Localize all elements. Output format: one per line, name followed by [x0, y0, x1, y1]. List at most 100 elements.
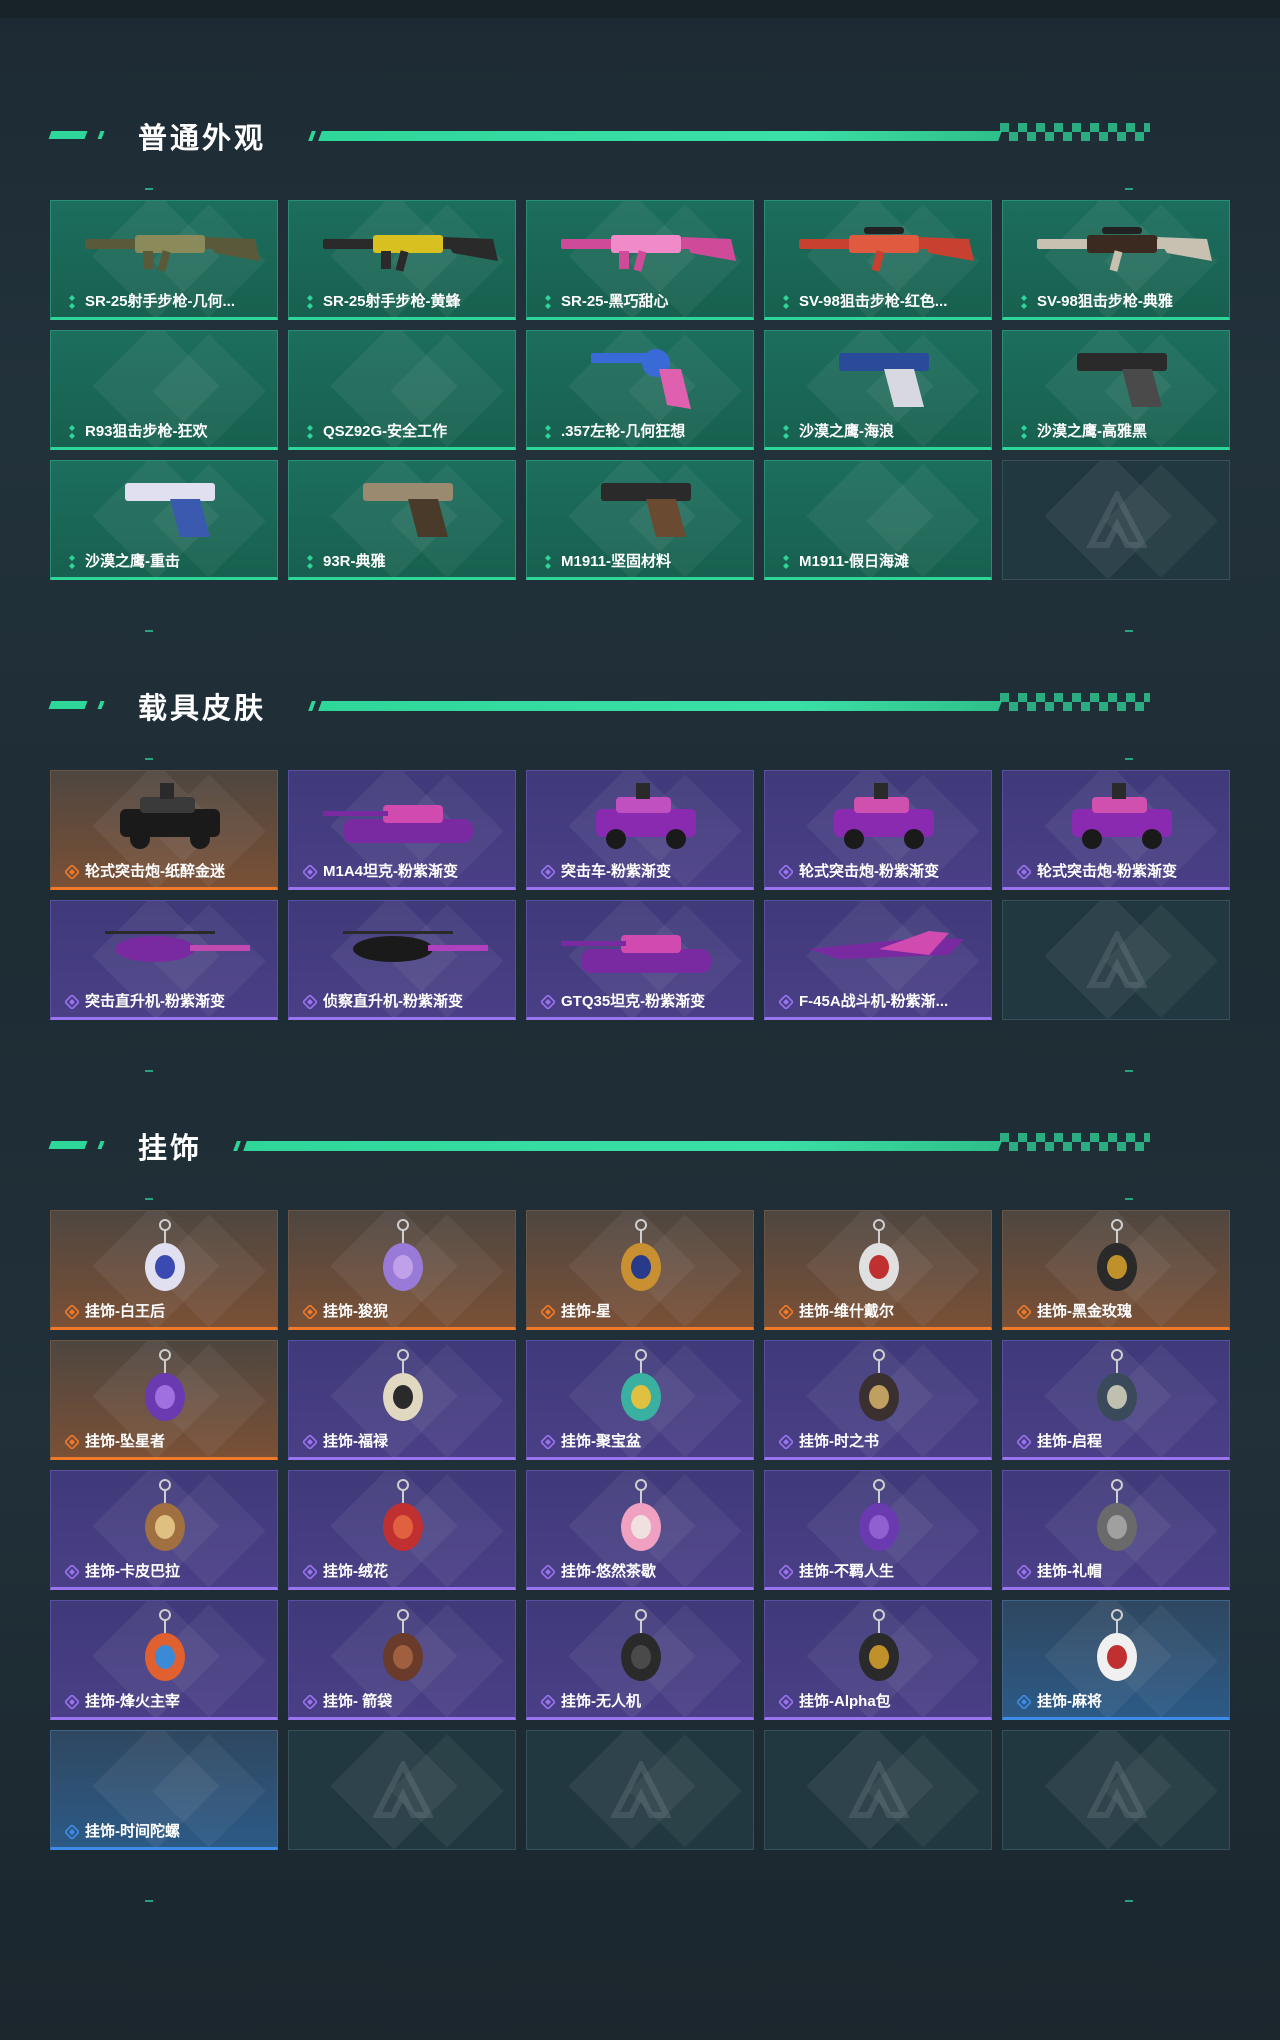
- item-card[interactable]: 挂饰-卡皮巴拉: [50, 1470, 278, 1590]
- rarity-diamond-icon: [779, 1305, 793, 1319]
- item-image: [601, 483, 691, 537]
- item-card[interactable]: 挂饰-无人机: [526, 1600, 754, 1720]
- vehicle-turret: [874, 783, 888, 799]
- item-image: [343, 931, 488, 962]
- rarity-diamond-icon: [783, 555, 789, 569]
- charm-ring: [397, 1609, 409, 1621]
- item-card[interactable]: 挂饰-星: [526, 1210, 754, 1330]
- item-card[interactable]: SV-98狙击步枪-红色...: [764, 200, 992, 320]
- item-card[interactable]: 挂饰-聚宝盆: [526, 1340, 754, 1460]
- item-card[interactable]: 挂饰-黑金玫瑰: [1002, 1210, 1230, 1330]
- corner-tick: [1125, 1900, 1133, 1902]
- corner-tick: [145, 1900, 153, 1902]
- weapon-stock: [205, 237, 260, 261]
- item-card[interactable]: 挂饰- 箭袋: [288, 1600, 516, 1720]
- item-card[interactable]: 沙漠之鹰-高雅黑: [1002, 330, 1230, 450]
- heli-tail: [190, 945, 250, 951]
- item-card[interactable]: 挂饰-悠然茶歇: [526, 1470, 754, 1590]
- rarity-diamond-icon: [541, 1435, 555, 1449]
- header-checker-pattern: [1000, 693, 1150, 702]
- item-card[interactable]: 轮式突击炮-粉紫渐变: [764, 770, 992, 890]
- item-card[interactable]: .357左轮-几何狂想: [526, 330, 754, 450]
- item-card[interactable]: 93R-典雅: [288, 460, 516, 580]
- item-card[interactable]: 挂饰-坠星者: [50, 1340, 278, 1460]
- item-card[interactable]: 挂饰-烽火主宰: [50, 1600, 278, 1720]
- weapon-scope: [864, 227, 904, 234]
- item-card[interactable]: 挂饰-礼帽: [1002, 1470, 1230, 1590]
- header-checker-pattern: [1000, 702, 1150, 711]
- charm-ring: [873, 1219, 885, 1231]
- item-card[interactable]: M1A4坦克-粉紫渐变: [288, 770, 516, 890]
- item-card[interactable]: SR-25射手步枪-几何...: [50, 200, 278, 320]
- revolver-grip: [659, 369, 691, 409]
- item-card[interactable]: 轮式突击炮-纸醉金迷: [50, 770, 278, 890]
- charm-detail: [155, 1255, 175, 1279]
- item-image: [85, 235, 260, 272]
- item-card[interactable]: 挂饰-不羁人生: [764, 1470, 992, 1590]
- charm-ring: [159, 1349, 171, 1361]
- item-card[interactable]: 挂饰-时间陀螺: [50, 1730, 278, 1850]
- rarity-diamond-icon: [65, 1435, 79, 1449]
- item-card[interactable]: 挂饰-启程: [1002, 1340, 1230, 1460]
- rarity-diamond-icon: [1017, 1435, 1031, 1449]
- item-image: [859, 1479, 899, 1551]
- item-label: 沙漠之鹰-高雅黑: [1037, 423, 1147, 440]
- item-grid: 轮式突击炮-纸醉金迷 M1A4坦克-粉紫渐变 突击车-粉紫渐变 轮式突击炮-粉紫渐变 轮…: [50, 770, 1230, 1020]
- charm-detail: [155, 1385, 175, 1409]
- item-image: [621, 1349, 661, 1421]
- rarity-diamond-icon: [541, 865, 555, 879]
- item-card[interactable]: 挂饰-维什戴尔: [764, 1210, 992, 1330]
- item-card[interactable]: 沙漠之鹰-海浪: [764, 330, 992, 450]
- item-card[interactable]: 挂饰-白王后: [50, 1210, 278, 1330]
- weapon-magazine: [381, 251, 391, 269]
- rarity-diamond-icon: [783, 425, 789, 439]
- item-card[interactable]: 挂饰-狻猊: [288, 1210, 516, 1330]
- item-image: [859, 1219, 899, 1291]
- charm-detail: [155, 1515, 175, 1539]
- rarity-diamond-icon: [69, 295, 75, 309]
- item-label: 挂饰-启程: [1037, 1433, 1102, 1450]
- item-card[interactable]: SR-25射手步枪-黄蜂: [288, 200, 516, 320]
- rarity-diamond-icon: [783, 295, 789, 309]
- item-card[interactable]: R93狙击步枪-狂欢: [50, 330, 278, 450]
- item-card[interactable]: 突击车-粉紫渐变: [526, 770, 754, 890]
- item-card[interactable]: SV-98狙击步枪-典雅: [1002, 200, 1230, 320]
- charm-ring: [1111, 1349, 1123, 1361]
- rarity-diamond-icon: [779, 1565, 793, 1579]
- charm-ring: [635, 1609, 647, 1621]
- item-card[interactable]: M1911-假日海滩: [764, 460, 992, 580]
- item-card[interactable]: 突击直升机-粉紫渐变: [50, 900, 278, 1020]
- item-card[interactable]: QSZ92G-安全工作: [288, 330, 516, 450]
- item-label: 挂饰-星: [561, 1303, 611, 1320]
- item-card[interactable]: 轮式突击炮-粉紫渐变: [1002, 770, 1230, 890]
- vehicle-turret: [636, 783, 650, 799]
- item-label: 挂饰-白王后: [85, 1303, 165, 1320]
- rarity-diamond-icon: [69, 555, 75, 569]
- corner-tick: [1125, 188, 1133, 190]
- item-card[interactable]: 挂饰-绒花: [288, 1470, 516, 1590]
- header-progress-bar: [318, 131, 1002, 141]
- vehicle-turret: [160, 783, 174, 799]
- weapon-stock: [1157, 237, 1212, 261]
- game-logo-icon: [1087, 1761, 1147, 1818]
- item-label: 挂饰-礼帽: [1037, 1563, 1102, 1580]
- item-card[interactable]: 沙漠之鹰-重击: [50, 460, 278, 580]
- item-card[interactable]: 挂饰-麻将: [1002, 1600, 1230, 1720]
- header-accent-tick: [97, 131, 105, 139]
- rarity-diamond-icon: [541, 995, 555, 1009]
- item-card[interactable]: SR-25-黑巧甜心: [526, 200, 754, 320]
- item-image: [383, 1609, 423, 1681]
- item-card[interactable]: 侦察直升机-粉紫渐变: [288, 900, 516, 1020]
- item-label: SV-98狙击步枪-红色...: [799, 293, 948, 310]
- item-card[interactable]: 挂饰-Alpha包: [764, 1600, 992, 1720]
- item-card[interactable]: 挂饰-时之书: [764, 1340, 992, 1460]
- item-label: 93R-典雅: [323, 553, 386, 570]
- item-card[interactable]: 挂饰-福禄: [288, 1340, 516, 1460]
- rarity-diamond-icon: [779, 1695, 793, 1709]
- item-card[interactable]: F-45A战斗机-粉紫渐...: [764, 900, 992, 1020]
- item-card[interactable]: M1911-坚固材料: [526, 460, 754, 580]
- section-header: 普通外观: [0, 105, 1280, 165]
- charm-ring: [635, 1349, 647, 1361]
- item-card[interactable]: GTQ35坦克-粉紫渐变: [526, 900, 754, 1020]
- charm-ring: [159, 1219, 171, 1231]
